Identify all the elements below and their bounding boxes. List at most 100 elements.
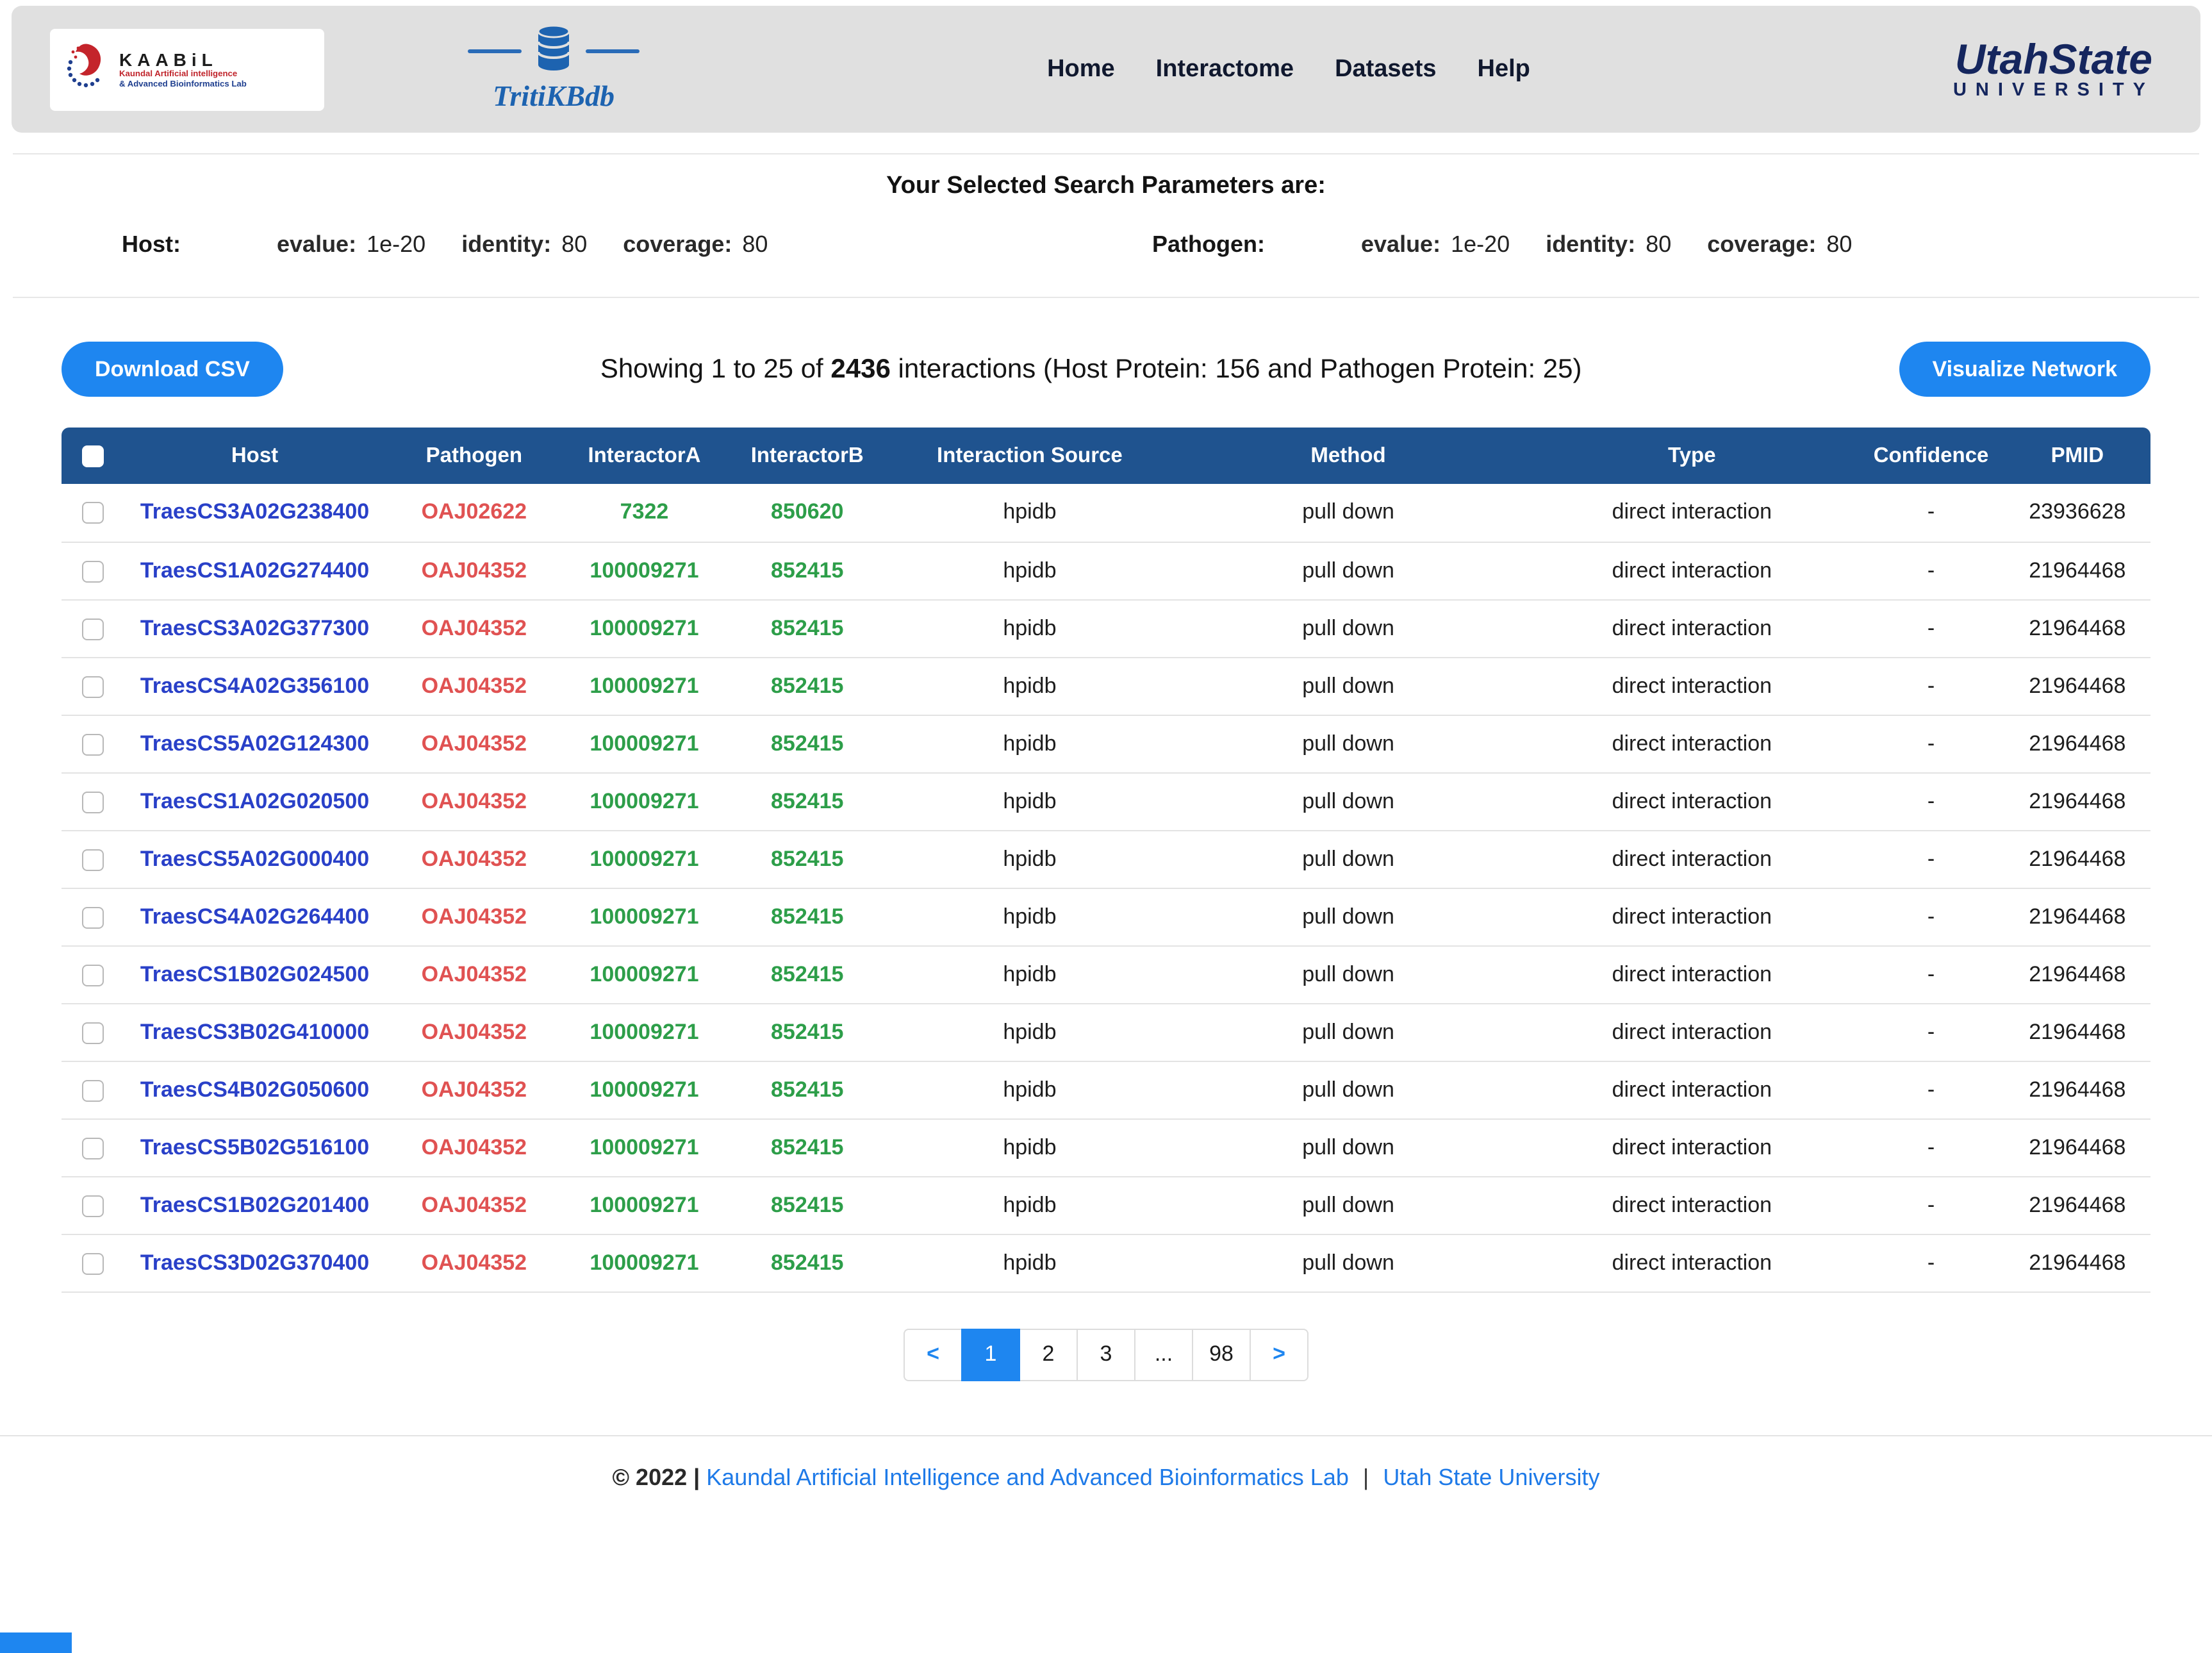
pmid-value: 21964468 (2004, 1118, 2150, 1176)
page-button-3[interactable]: 3 (1077, 1328, 1135, 1381)
host-evalue-label: evalue: (277, 231, 356, 257)
pmid-value: 21964468 (2004, 657, 2150, 715)
row-checkbox[interactable] (82, 560, 104, 582)
host-link[interactable]: TraesCS3B02G410000 (140, 1019, 369, 1043)
summary-suffix: interactions (Host Protein: 156 and Path… (891, 354, 1582, 383)
page-button-1[interactable]: 1 (961, 1328, 1020, 1381)
row-checkbox[interactable] (82, 849, 104, 870)
host-link[interactable]: TraesCS3D02G370400 (140, 1250, 369, 1274)
pmid-value: 21964468 (2004, 1234, 2150, 1292)
kaabil-swirl-icon (60, 37, 111, 102)
confidence-value: - (1858, 715, 2004, 772)
row-checkbox[interactable] (82, 618, 104, 640)
type-value: direct interaction (1526, 888, 1858, 945)
confidence-value: - (1858, 945, 2004, 1003)
interactor-a-value: 100009271 (563, 888, 725, 945)
row-checkbox[interactable] (82, 906, 104, 928)
host-link[interactable]: TraesCS1B02G201400 (140, 1192, 369, 1217)
host-link[interactable]: TraesCS5A02G124300 (140, 731, 369, 755)
row-checkbox[interactable] (82, 1079, 104, 1101)
host-link[interactable]: TraesCS1A02G274400 (140, 558, 369, 582)
interactor-a-value: 7322 (563, 484, 725, 542)
column-header-interaction-source: Interaction Source (889, 428, 1171, 484)
row-checkbox[interactable] (82, 791, 104, 813)
method-value: pull down (1171, 1176, 1526, 1234)
host-link[interactable]: TraesCS4A02G356100 (140, 673, 369, 697)
page-ellipsis[interactable]: ... (1134, 1328, 1193, 1381)
kaabil-logo-text: KAABiL Kaundal Artificial intelligence &… (119, 49, 247, 90)
host-parameters: Host: evalue:1e-20 identity:80 coverage:… (122, 231, 1060, 258)
row-checkbox[interactable] (82, 1022, 104, 1043)
interaction-source-value: hpidb (889, 1234, 1171, 1292)
column-header-interactor-a: InteractorA (563, 428, 725, 484)
host-link[interactable]: TraesCS4A02G264400 (140, 904, 369, 928)
database-icon (534, 25, 573, 78)
method-value: pull down (1171, 888, 1526, 945)
pathogen-evalue: evalue:1e-20 (1361, 231, 1510, 258)
nav-item-home[interactable]: Home (1047, 55, 1115, 83)
row-checkbox[interactable] (82, 1195, 104, 1217)
interactor-b-value: 852415 (726, 542, 889, 599)
host-coverage-value: 80 (742, 231, 768, 257)
host-link[interactable]: TraesCS3A02G238400 (140, 500, 369, 524)
row-checkbox[interactable] (82, 1252, 104, 1274)
host-link[interactable]: TraesCS1A02G020500 (140, 788, 369, 813)
method-value: pull down (1171, 715, 1526, 772)
host-identity: identity:80 (461, 231, 587, 258)
lab-link[interactable]: Kaundal Artificial Intelligence and Adva… (706, 1464, 1349, 1490)
method-value: pull down (1171, 657, 1526, 715)
confidence-value: - (1858, 1061, 2004, 1118)
column-header-pmid: PMID (2004, 428, 2150, 484)
interaction-source-value: hpidb (889, 772, 1171, 830)
confidence-value: - (1858, 888, 2004, 945)
next-page-button[interactable]: > (1250, 1328, 1308, 1381)
table-row: TraesCS4A02G356100 OAJ04352 100009271 85… (62, 657, 2150, 715)
method-value: pull down (1171, 484, 1526, 542)
page-button-2[interactable]: 2 (1019, 1328, 1078, 1381)
interactor-b-value: 852415 (726, 1061, 889, 1118)
pathogen-value: OAJ04352 (385, 772, 563, 830)
nav-item-datasets[interactable]: Datasets (1335, 55, 1436, 83)
host-link[interactable]: TraesCS5B02G516100 (140, 1134, 369, 1159)
interactor-a-value: 100009271 (563, 542, 725, 599)
kaabil-subtitle-2: & Advanced Bioinformatics Lab (119, 79, 247, 89)
select-all-checkbox[interactable] (82, 445, 104, 467)
pathogen-value: OAJ04352 (385, 542, 563, 599)
pathogen-value: OAJ04352 (385, 657, 563, 715)
university-link[interactable]: Utah State University (1383, 1464, 1599, 1490)
kaabil-title: KAABiL (119, 49, 247, 70)
interactor-b-value: 852415 (726, 1176, 889, 1234)
table-row: TraesCS1A02G020500 OAJ04352 100009271 85… (62, 772, 2150, 830)
row-checkbox[interactable] (82, 503, 104, 524)
interactor-b-value: 852415 (726, 1003, 889, 1061)
row-checkbox[interactable] (82, 676, 104, 697)
interactor-a-value: 100009271 (563, 830, 725, 888)
download-csv-button[interactable]: Download CSV (62, 342, 283, 397)
column-header-pathogen: Pathogen (385, 428, 563, 484)
row-checkbox[interactable] (82, 733, 104, 755)
interactor-b-value: 852415 (726, 772, 889, 830)
utah-state-logo: UtahState UNIVERSITY (1953, 37, 2154, 101)
row-checkbox[interactable] (82, 964, 104, 986)
table-row: TraesCS5A02G000400 OAJ04352 100009271 85… (62, 830, 2150, 888)
visualize-network-button[interactable]: Visualize Network (1899, 342, 2151, 397)
pmid-value: 21964468 (2004, 888, 2150, 945)
column-header-type: Type (1526, 428, 1858, 484)
type-value: direct interaction (1526, 484, 1858, 542)
interactor-a-value: 100009271 (563, 1061, 725, 1118)
host-link[interactable]: TraesCS5A02G000400 (140, 846, 369, 870)
host-link[interactable]: TraesCS1B02G024500 (140, 961, 369, 986)
host-link[interactable]: TraesCS4B02G050600 (140, 1077, 369, 1101)
footer: © 2022 | Kaundal Artificial Intelligence… (0, 1434, 2212, 1514)
interaction-source-value: hpidb (889, 542, 1171, 599)
interactor-a-value: 100009271 (563, 599, 725, 657)
nav-item-interactome[interactable]: Interactome (1156, 55, 1294, 83)
page-button-98[interactable]: 98 (1192, 1328, 1251, 1381)
host-link[interactable]: TraesCS3A02G377300 (140, 615, 369, 640)
type-value: direct interaction (1526, 1118, 1858, 1176)
method-value: pull down (1171, 1003, 1526, 1061)
prev-page-button[interactable]: < (904, 1328, 962, 1381)
nav-item-help[interactable]: Help (1478, 55, 1530, 83)
row-checkbox[interactable] (82, 1137, 104, 1159)
pathogen-coverage-value: 80 (1826, 231, 1852, 257)
